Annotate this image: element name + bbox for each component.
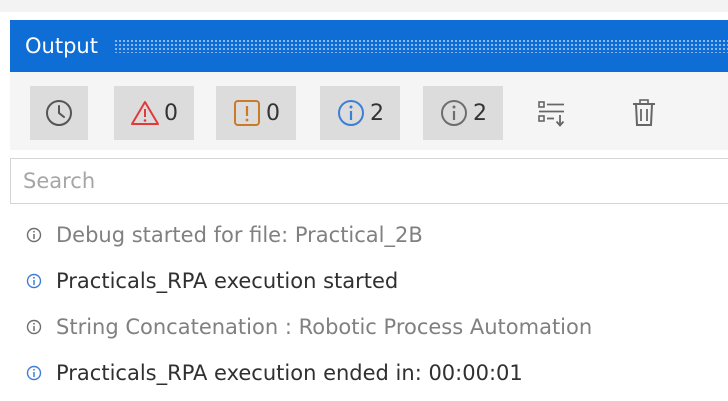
log-message: Practicals_RPA execution ended in: 00:00… (56, 361, 523, 385)
errors-filter-button[interactable]: 0 (114, 86, 194, 140)
filter-options-button[interactable] (526, 86, 578, 140)
search-box[interactable] (10, 158, 728, 204)
errors-count: 0 (164, 100, 178, 126)
warning-square-icon (234, 100, 260, 126)
list-filter-icon (538, 101, 565, 127)
error-triangle-icon (131, 101, 159, 125)
panel-title: Output (25, 34, 98, 58)
history-button[interactable] (30, 86, 88, 140)
output-panel: Output 0 0 2 2 Search Debug started for … (0, 0, 728, 401)
log-entry[interactable]: String Concatenation : Robotic Process A… (10, 304, 728, 350)
info-count: 2 (370, 100, 384, 126)
clear-button[interactable] (620, 86, 668, 140)
trace-info-icon (441, 100, 467, 126)
trash-icon (633, 99, 655, 126)
warnings-filter-button[interactable]: 0 (216, 86, 296, 140)
log-entry[interactable]: Practicals_RPA execution started (10, 258, 728, 304)
trace-count: 2 (473, 100, 487, 126)
log-entry[interactable]: Practicals_RPA execution ended in: 00:00… (10, 350, 728, 396)
info-circle-icon (338, 100, 364, 126)
clock-icon (46, 100, 72, 126)
log-message: String Concatenation : Robotic Process A… (56, 315, 593, 339)
log-message: Debug started for file: Practical_2B (56, 223, 423, 247)
info-circle-icon (18, 273, 50, 289)
drag-grip[interactable] (113, 39, 728, 53)
info-filter-button[interactable]: 2 (320, 86, 400, 140)
info-circle-icon (18, 365, 50, 381)
warnings-count: 0 (266, 100, 280, 126)
search-input[interactable] (11, 159, 728, 203)
log-message: Practicals_RPA execution started (56, 269, 399, 293)
trace-info-icon (18, 227, 50, 243)
top-strip (0, 0, 728, 12)
output-toolbar: 0 0 2 2 (10, 72, 728, 150)
output-titlebar[interactable]: Output (10, 20, 728, 72)
trace-filter-button[interactable]: 2 (423, 86, 503, 140)
output-log: Debug started for file: Practical_2B Pra… (10, 212, 728, 396)
trace-info-icon (18, 319, 50, 335)
log-entry[interactable]: Debug started for file: Practical_2B (10, 212, 728, 258)
